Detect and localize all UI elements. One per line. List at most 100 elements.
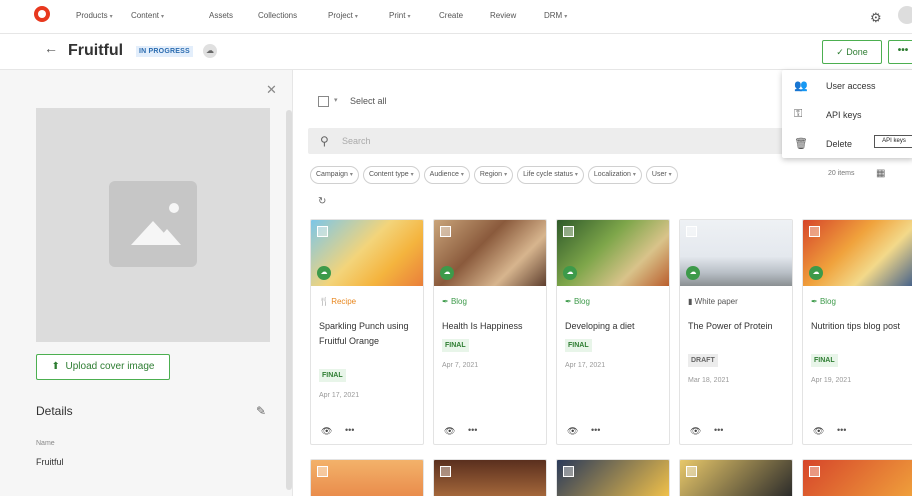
card-checkbox[interactable] (563, 466, 574, 477)
nav-item-drm[interactable]: DRM ▾ (544, 11, 567, 20)
content-card[interactable] (310, 459, 424, 496)
more-icon[interactable]: ••• (714, 425, 723, 435)
nav-item-collections[interactable]: Collections (258, 11, 297, 20)
filter-chips: Campaign ▾ Content type ▾ Audience ▾ Region ▾ Li… (310, 166, 678, 184)
card-title[interactable]: Sparkling Punch using Fruitful Orange (319, 319, 419, 349)
items-count: 20 items (828, 170, 855, 177)
card-checkbox[interactable] (686, 226, 697, 237)
card-type-icon: ✒ (442, 297, 449, 306)
eye-icon[interactable]: 👁 (690, 426, 701, 437)
card-title[interactable]: The Power of Protein (688, 319, 788, 334)
avatar[interactable] (898, 6, 912, 24)
filter-chip[interactable]: Life cycle status ▾ (517, 166, 584, 184)
card-checkbox[interactable] (809, 226, 820, 237)
content-card[interactable]: ☁ ✒ Blog Health Is Happiness FINAL Apr 7, 20… (433, 219, 547, 445)
more-icon[interactable]: ••• (345, 425, 354, 435)
card-checkbox[interactable] (563, 226, 574, 237)
card-checkbox[interactable] (317, 226, 328, 237)
filter-chip[interactable]: Audience ▾ (423, 166, 470, 184)
menu-item-icon: 🗑 (794, 138, 808, 150)
card-checkbox[interactable] (686, 466, 697, 477)
nav-item-products[interactable]: Products ▾ (76, 11, 113, 20)
content-card[interactable]: ☁ 🍴 Recipe Sparkling Punch using Fruitful … (310, 219, 424, 445)
content-card[interactable]: ☁ ✒ Blog Nutrition tips blog post FINAL Apr … (802, 219, 912, 445)
filter-chip[interactable]: User ▾ (645, 166, 678, 184)
card-type-label: Blog (819, 297, 836, 306)
upload-label: Upload cover image (65, 361, 155, 372)
nav-item-project[interactable]: Project ▾ (328, 11, 358, 20)
nav-item-review[interactable]: Review (490, 11, 516, 20)
refresh-icon[interactable]: ↻ (318, 196, 326, 207)
card-checkbox[interactable] (317, 466, 328, 477)
select-all-label: Select all (350, 96, 387, 106)
content-card[interactable]: ☁ ✒ Blog Developing a diet FINAL Apr 17, 202… (556, 219, 670, 445)
nav-item-assets[interactable]: Assets (209, 11, 233, 20)
nav-item-content[interactable]: Content ▾ (131, 11, 164, 20)
card-checkbox[interactable] (440, 226, 451, 237)
nav-item-label: Assets (209, 11, 234, 20)
content-card[interactable]: ☁ ▮ White paper The Power of Protein DRAFT M… (679, 219, 793, 445)
grid-view-icon[interactable]: ▦ (876, 168, 885, 179)
filter-chip-label: Localization (593, 171, 631, 178)
card-date: Apr 17, 2021 (319, 392, 360, 399)
card-title[interactable]: Health Is Happiness (442, 319, 542, 334)
page-header: ← Fruitful IN PROGRESS ☁ (0, 34, 912, 70)
search-placeholder: Search (342, 136, 371, 146)
more-options-button[interactable]: ••• (888, 40, 912, 64)
gear-icon[interactable]: ⚙ (870, 10, 882, 26)
card-status-badge: FINAL (811, 354, 838, 367)
card-type-icon: 🍴 (319, 297, 329, 306)
chevron-down-icon[interactable]: ▾ (334, 96, 338, 104)
more-icon[interactable]: ••• (591, 425, 600, 435)
filter-chip[interactable]: Content type ▾ (362, 166, 420, 184)
nav-item-print[interactable]: Print ▾ (389, 11, 410, 20)
menu-item-api-keys[interactable]: ⚿ API keys (782, 101, 912, 129)
tooltip: API keys (874, 135, 912, 148)
edit-pencil-icon[interactable]: ✎ (256, 404, 266, 418)
card-date: Apr 7, 2021 (442, 362, 479, 369)
cloud-icon: ☁ (317, 266, 331, 280)
filter-chip[interactable]: Localization ▾ (587, 166, 642, 184)
card-date: Apr 19, 2021 (811, 377, 852, 384)
more-icon[interactable]: ••• (468, 425, 477, 435)
brand-logo[interactable] (34, 6, 50, 22)
more-icon[interactable]: ••• (837, 425, 846, 435)
card-type-label: Blog (450, 297, 467, 306)
content-card[interactable] (802, 459, 912, 496)
filter-chip[interactable]: Region ▾ (473, 166, 514, 184)
name-label: Name (36, 440, 55, 447)
content-card[interactable] (679, 459, 793, 496)
upload-icon: ⬆ (51, 361, 60, 372)
card-type-label: Recipe (331, 297, 357, 306)
card-type: ✒ Blog (565, 297, 590, 306)
filter-chip-label: Region (479, 171, 503, 178)
eye-icon[interactable]: 👁 (444, 426, 455, 437)
filter-chip-label: Campaign (316, 171, 348, 178)
menu-item-label: API keys (826, 110, 862, 120)
left-scrollbar[interactable] (286, 110, 292, 490)
done-button[interactable]: ✓ Done (822, 40, 882, 64)
back-arrow-icon[interactable]: ← (44, 40, 58, 56)
filter-chip-label: Life cycle status (523, 171, 573, 178)
content-card[interactable] (433, 459, 547, 496)
eye-icon[interactable]: 👁 (321, 426, 332, 437)
menu-item-user-access[interactable]: 👥 User access (782, 72, 912, 100)
card-title[interactable]: Developing a diet (565, 319, 665, 334)
filter-chip[interactable]: Campaign ▾ (310, 166, 359, 184)
card-checkbox[interactable] (440, 466, 451, 477)
card-checkbox[interactable] (809, 466, 820, 477)
card-title[interactable]: Nutrition tips blog post (811, 319, 911, 334)
card-type: ✒ Blog (811, 297, 836, 306)
nav-item-label: Collections (258, 11, 298, 20)
chevron-down-icon: ▾ (574, 172, 578, 178)
eye-icon[interactable]: 👁 (567, 426, 578, 437)
status-badge: IN PROGRESS (136, 46, 193, 57)
close-icon[interactable]: ✕ (266, 82, 277, 98)
nav-item-create[interactable]: Create (439, 11, 463, 20)
eye-icon[interactable]: 👁 (813, 426, 824, 437)
chevron-down-icon: ▾ (349, 172, 353, 178)
content-card[interactable] (556, 459, 670, 496)
card-type-label: Blog (573, 297, 590, 306)
upload-cover-button[interactable]: ⬆ Upload cover image (36, 354, 170, 380)
select-all-checkbox[interactable] (318, 96, 329, 107)
